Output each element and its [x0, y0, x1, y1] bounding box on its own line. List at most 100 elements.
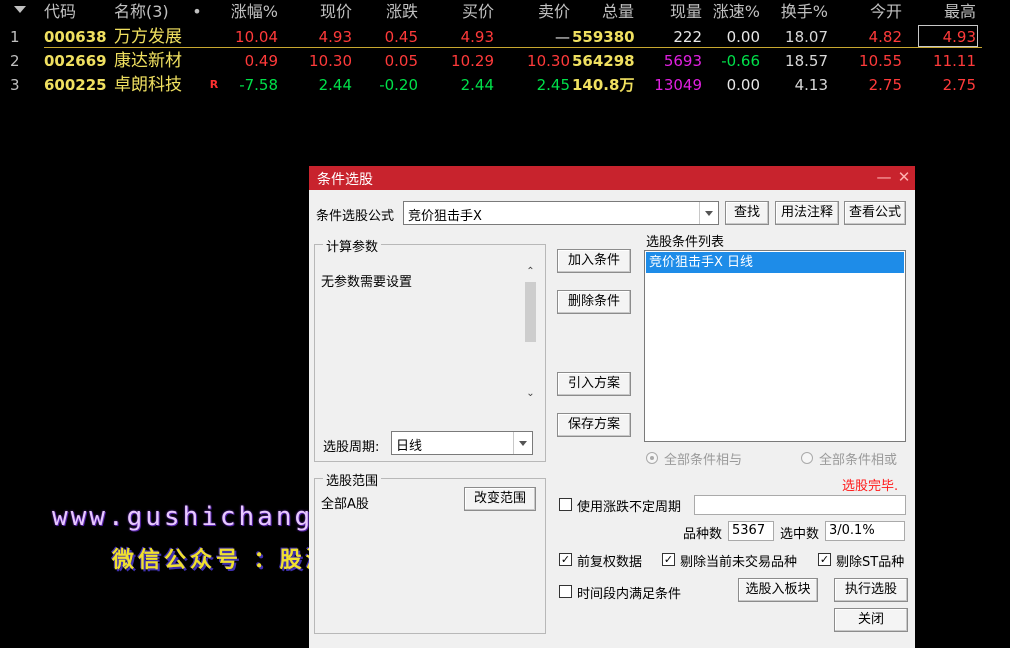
- price: 2.44: [318, 76, 352, 94]
- scroll-down-icon[interactable]: ⌄: [525, 389, 536, 399]
- change: 0.45: [384, 28, 418, 46]
- stock-name: 卓朗科技: [114, 75, 182, 95]
- volume: 140.8万: [572, 76, 635, 94]
- import-plan-button[interactable]: 引入方案: [557, 372, 631, 396]
- save-plan-button[interactable]: 保存方案: [557, 413, 631, 437]
- change: -0.20: [379, 76, 418, 94]
- formula-select[interactable]: 竞价狙击手X: [403, 201, 719, 225]
- col-change[interactable]: 涨跌: [360, 0, 418, 24]
- table-row[interactable]: 2 002669 康达新材 0.49 10.30 0.05 10.29 10.3…: [0, 49, 1010, 73]
- cur-vol: 13049: [654, 76, 702, 94]
- params-group-title: 计算参数: [323, 236, 382, 255]
- change-pct: 10.04: [235, 28, 278, 46]
- table-row[interactable]: 3 600225 卓朗科技 R -7.58 2.44 -0.20 2.44 2.…: [0, 73, 1010, 97]
- change-pct: -7.58: [239, 76, 278, 94]
- condition-list[interactable]: 竞价狙击手X 日线: [644, 250, 906, 442]
- stock-table: 代码 名称(3) • 涨幅% 现价 涨跌 买价 卖价 总量 现量 涨速% 换手%…: [0, 0, 1010, 100]
- chevron-down-icon[interactable]: [513, 432, 532, 454]
- sort-down-icon[interactable]: [14, 6, 26, 13]
- exclude-st-label: 剔除ST品种: [836, 555, 905, 570]
- speed: 0.00: [726, 28, 760, 46]
- speed: 0.00: [726, 76, 760, 94]
- radio-or[interactable]: [801, 452, 813, 464]
- high: 2.75: [942, 76, 976, 94]
- minimize-icon[interactable]: —: [875, 168, 893, 186]
- col-bid[interactable]: 买价: [430, 0, 494, 24]
- open: 10.55: [859, 52, 902, 70]
- close-button[interactable]: 关闭: [834, 608, 908, 632]
- radio-and[interactable]: [646, 452, 658, 464]
- use-period-label: 使用涨跌不定周期: [577, 500, 682, 515]
- price: 4.93: [318, 28, 352, 46]
- exclude-untraded-label: 剔除当前未交易品种: [680, 555, 798, 570]
- execute-button[interactable]: 执行选股: [834, 578, 908, 602]
- time-range-checkbox[interactable]: [559, 585, 572, 598]
- count-label: 品种数: [683, 527, 723, 542]
- range-group-title: 选股范围: [323, 470, 382, 489]
- ask: 2.45: [536, 76, 570, 94]
- scroll-up-icon[interactable]: ⌃: [525, 267, 536, 277]
- stock-name: 万方发展: [114, 27, 182, 47]
- col-code[interactable]: 代码: [44, 0, 106, 24]
- change: 0.05: [384, 52, 418, 70]
- usage-button[interactable]: 用法注释: [775, 201, 839, 225]
- period-select[interactable]: 日线: [391, 431, 533, 455]
- to-block-button[interactable]: 选股入板块: [738, 578, 818, 602]
- find-button[interactable]: 查找: [725, 201, 769, 225]
- period-label: 选股周期:: [323, 440, 380, 455]
- dialog-titlebar[interactable]: 条件选股 — ✕: [309, 166, 915, 190]
- adjust-checkbox[interactable]: ✓: [559, 553, 572, 566]
- col-turnover[interactable]: 换手%: [770, 0, 828, 24]
- delete-condition-button[interactable]: 删除条件: [557, 290, 631, 314]
- params-scrollbar[interactable]: ⌃ ⌄: [522, 262, 539, 404]
- col-change-pct[interactable]: 涨幅%: [216, 0, 278, 24]
- turnover: 18.57: [785, 52, 828, 70]
- use-period-checkbox[interactable]: [559, 498, 572, 511]
- turnover: 4.13: [794, 76, 828, 94]
- col-open[interactable]: 今开: [840, 0, 902, 24]
- col-name[interactable]: 名称(3): [114, 0, 200, 24]
- table-row[interactable]: 1 000638 万方发展 10.04 4.93 0.45 4.93 — 559…: [0, 25, 1010, 49]
- turnover: 18.07: [785, 28, 828, 46]
- col-high[interactable]: 最高: [920, 0, 976, 24]
- view-formula-button[interactable]: 查看公式: [844, 201, 906, 225]
- open: 2.75: [868, 76, 902, 94]
- col-price[interactable]: 现价: [290, 0, 352, 24]
- open: 4.82: [868, 28, 902, 46]
- col-speed[interactable]: 涨速%: [712, 0, 760, 24]
- col-volume[interactable]: 总量: [572, 0, 634, 24]
- ask: 10.30: [527, 52, 570, 70]
- list-item[interactable]: 竞价狙击手X 日线: [646, 252, 904, 273]
- chevron-down-icon[interactable]: [699, 202, 718, 224]
- range-value: 全部A股: [321, 497, 369, 512]
- scroll-thumb[interactable]: [525, 282, 536, 342]
- stock-code: 000638: [44, 28, 107, 46]
- add-condition-button[interactable]: 加入条件: [557, 249, 631, 273]
- change-range-button[interactable]: 改变范围: [464, 487, 536, 511]
- radio-and-label: 全部条件相与: [664, 453, 743, 468]
- col-ask[interactable]: 卖价: [500, 0, 570, 24]
- row-selection-line: [44, 47, 982, 48]
- exclude-st-checkbox[interactable]: ✓: [818, 553, 831, 566]
- row-index: 1: [10, 28, 20, 46]
- stock-name: 康达新材: [114, 51, 182, 71]
- speed: -0.66: [721, 52, 760, 70]
- exclude-untraded-checkbox[interactable]: ✓: [662, 553, 675, 566]
- volume: 564298: [572, 52, 635, 70]
- col-dot: •: [192, 2, 202, 21]
- period-input[interactable]: [694, 495, 906, 515]
- dialog-title: 条件选股: [317, 172, 373, 188]
- bid: 2.44: [460, 76, 494, 94]
- col-cur-vol[interactable]: 现量: [640, 0, 702, 24]
- bid: 10.29: [451, 52, 494, 70]
- volume: 559380: [572, 28, 635, 46]
- cur-vol: 5693: [663, 52, 702, 70]
- close-icon[interactable]: ✕: [895, 168, 913, 186]
- status-text: 选股完毕.: [842, 479, 899, 494]
- row-index: 3: [10, 76, 20, 94]
- bid: 4.93: [460, 28, 494, 46]
- count-value: 5367: [728, 521, 774, 541]
- time-range-label: 时间段内满足条件: [577, 587, 682, 602]
- stock-code: 002669: [44, 52, 107, 70]
- cell-focus-box: [918, 25, 978, 47]
